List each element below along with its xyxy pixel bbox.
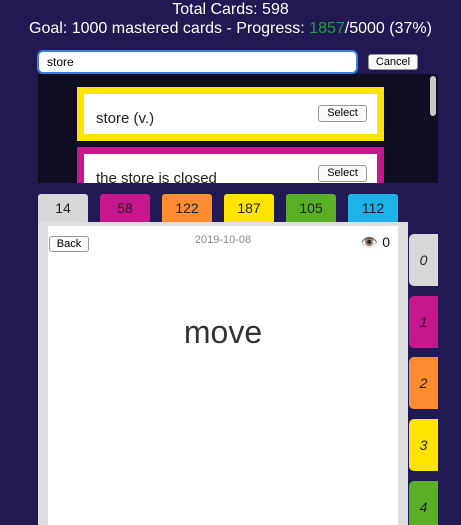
- eye-icon: 👁️: [360, 234, 379, 250]
- level-button-0[interactable]: 0: [409, 234, 438, 286]
- level-button-3[interactable]: 3: [409, 419, 438, 471]
- mastered-count: 1857: [309, 20, 345, 37]
- count-level-2[interactable]: 122: [162, 194, 212, 224]
- level-button-2[interactable]: 2: [409, 357, 438, 409]
- count-level-5[interactable]: 112: [348, 194, 398, 224]
- card-word: move: [183, 314, 263, 350]
- flashcard-face[interactable]: Back 2019-10-08 👁️ 0 move: [48, 226, 398, 525]
- cancel-button[interactable]: Cancel: [368, 54, 418, 70]
- result-item[interactable]: the store is closed Select: [77, 147, 384, 183]
- count-level-3[interactable]: 187: [224, 194, 274, 224]
- count-level-0[interactable]: 14: [38, 194, 88, 224]
- view-count: 0: [382, 234, 390, 250]
- result-text: store (v.): [96, 110, 155, 127]
- select-button[interactable]: Select: [318, 105, 367, 122]
- level-button-1[interactable]: 1: [409, 296, 438, 348]
- level-button-4[interactable]: 4: [409, 481, 438, 525]
- card-date: 2019-10-08: [194, 234, 252, 246]
- goal-suffix: /5000 (37%): [344, 20, 432, 37]
- view-counter: 👁️ 0: [361, 234, 390, 251]
- select-button[interactable]: Select: [318, 165, 367, 182]
- result-text: the store is closed: [96, 170, 217, 183]
- goal-progress: Goal: 1000 mastered cards - Progress: 18…: [0, 19, 461, 38]
- goal-prefix: Goal: 1000 mastered cards - Progress:: [29, 20, 310, 37]
- search-results: store (v.) Select the store is closed Se…: [38, 74, 438, 183]
- count-level-4[interactable]: 105: [286, 194, 336, 224]
- count-level-1[interactable]: 58: [100, 194, 150, 224]
- results-scrollbar[interactable]: [430, 76, 436, 116]
- flashcard: Back 2019-10-08 👁️ 0 move: [38, 222, 408, 525]
- total-cards: Total Cards: 598: [172, 1, 289, 18]
- search-input[interactable]: [37, 50, 358, 74]
- result-item[interactable]: store (v.) Select: [77, 87, 384, 141]
